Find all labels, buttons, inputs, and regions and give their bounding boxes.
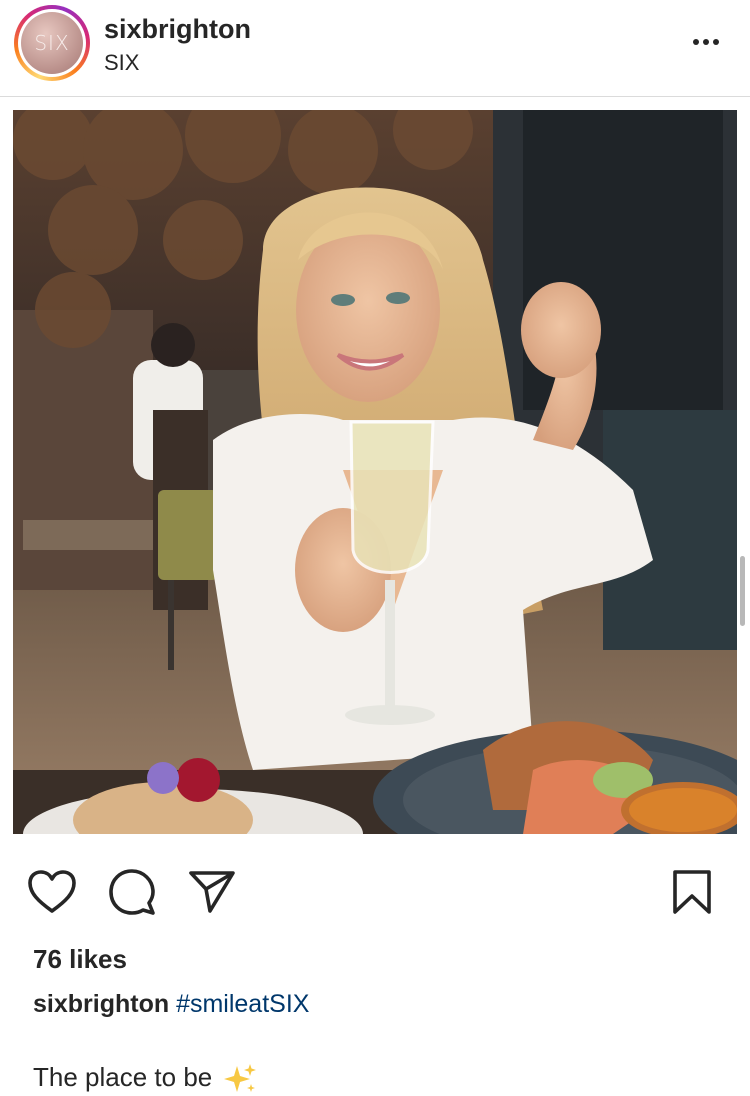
post-photo[interactable] [13,110,737,834]
caption: sixbrighton #smileatSIX [33,990,309,1019]
caption-body: The place to be [33,1062,213,1092]
share-button[interactable] [186,866,238,918]
comment-button[interactable] [106,866,158,918]
heart-icon [28,870,76,913]
save-button[interactable] [666,866,718,918]
avatar-logo-text: SIX [34,31,70,55]
more-horizontal-icon [693,39,699,45]
bookmark-icon [673,870,711,914]
caption-username[interactable]: sixbrighton [33,990,169,1018]
scrollbar[interactable] [740,556,745,626]
post-header: SIX sixbrighton SIX [0,0,750,96]
caption-hashtag[interactable]: #smileatSIX [176,990,309,1018]
send-icon [189,871,235,913]
photo-illustration [13,110,737,834]
sparkles-icon [224,1064,257,1093]
header-divider [0,96,750,97]
post-username[interactable]: sixbrighton [104,14,251,45]
action-bar [0,866,750,926]
avatar[interactable]: SIX [14,5,90,81]
comment-icon [109,869,155,915]
caption-text: The place to be [33,1062,257,1096]
more-options-button[interactable] [682,24,730,60]
like-button[interactable] [26,866,78,918]
post-location[interactable]: SIX [104,50,139,76]
likes-count[interactable]: 76 likes [33,944,127,975]
